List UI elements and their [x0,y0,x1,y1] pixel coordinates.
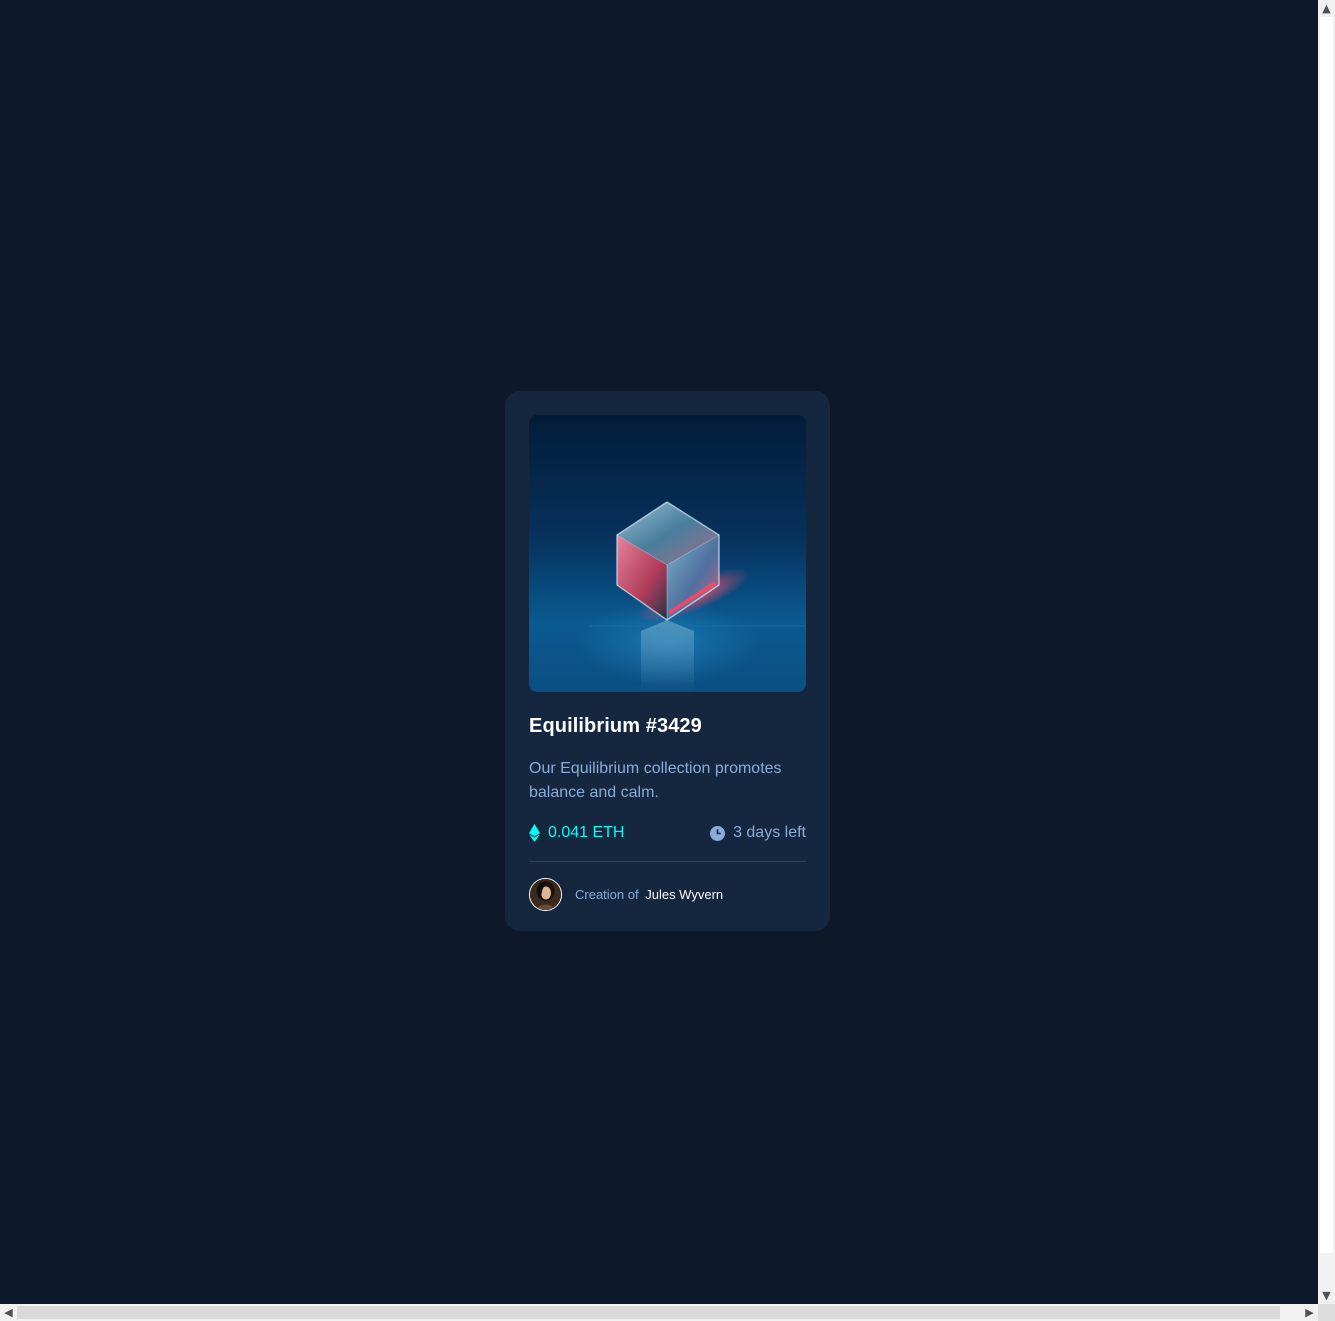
time-left-value: 3 days left [733,824,806,841]
price-value: 0.041 ETH [548,824,625,841]
horizontal-scrollbar[interactable]: ◀ ▶ [0,1304,1318,1321]
scroll-right-arrow[interactable]: ▶ [1301,1304,1318,1321]
nft-title[interactable]: Equilibrium #3429 [529,712,806,740]
creator-row: Creation of Jules Wyvern [529,878,806,911]
scroll-left-arrow[interactable]: ◀ [0,1304,17,1321]
nft-stats: 0.041 ETH 3 days left [529,821,806,845]
creator-prefix: Creation of [575,887,639,902]
creator-name-link[interactable]: Jules Wyvern [645,887,723,902]
time-stat: 3 days left [710,824,806,842]
creator-text: Creation of Jules Wyvern [575,887,723,902]
ethereum-icon [529,824,540,842]
scrollbar-corner [1318,1304,1335,1321]
cube-image [589,501,806,692]
scroll-up-arrow[interactable]: ▲ [1318,0,1335,17]
divider [529,861,806,862]
vertical-scrollbar[interactable]: ▲ ▼ [1318,0,1335,1304]
nft-card: Equilibrium #3429 Our Equilibrium collec… [505,391,830,931]
vertical-scroll-thumb[interactable] [1320,17,1333,1253]
nft-image[interactable] [529,415,806,692]
scroll-down-arrow[interactable]: ▼ [1318,1287,1335,1304]
nft-description: Our Equilibrium collection promotes bala… [529,760,782,801]
avatar-image [530,879,561,910]
page-background: Equilibrium #3429 Our Equilibrium collec… [0,0,1318,1304]
horizontal-scroll-thumb[interactable] [17,1306,1280,1319]
price-stat: 0.041 ETH [529,824,624,842]
avatar [529,878,562,911]
clock-icon [710,825,726,841]
